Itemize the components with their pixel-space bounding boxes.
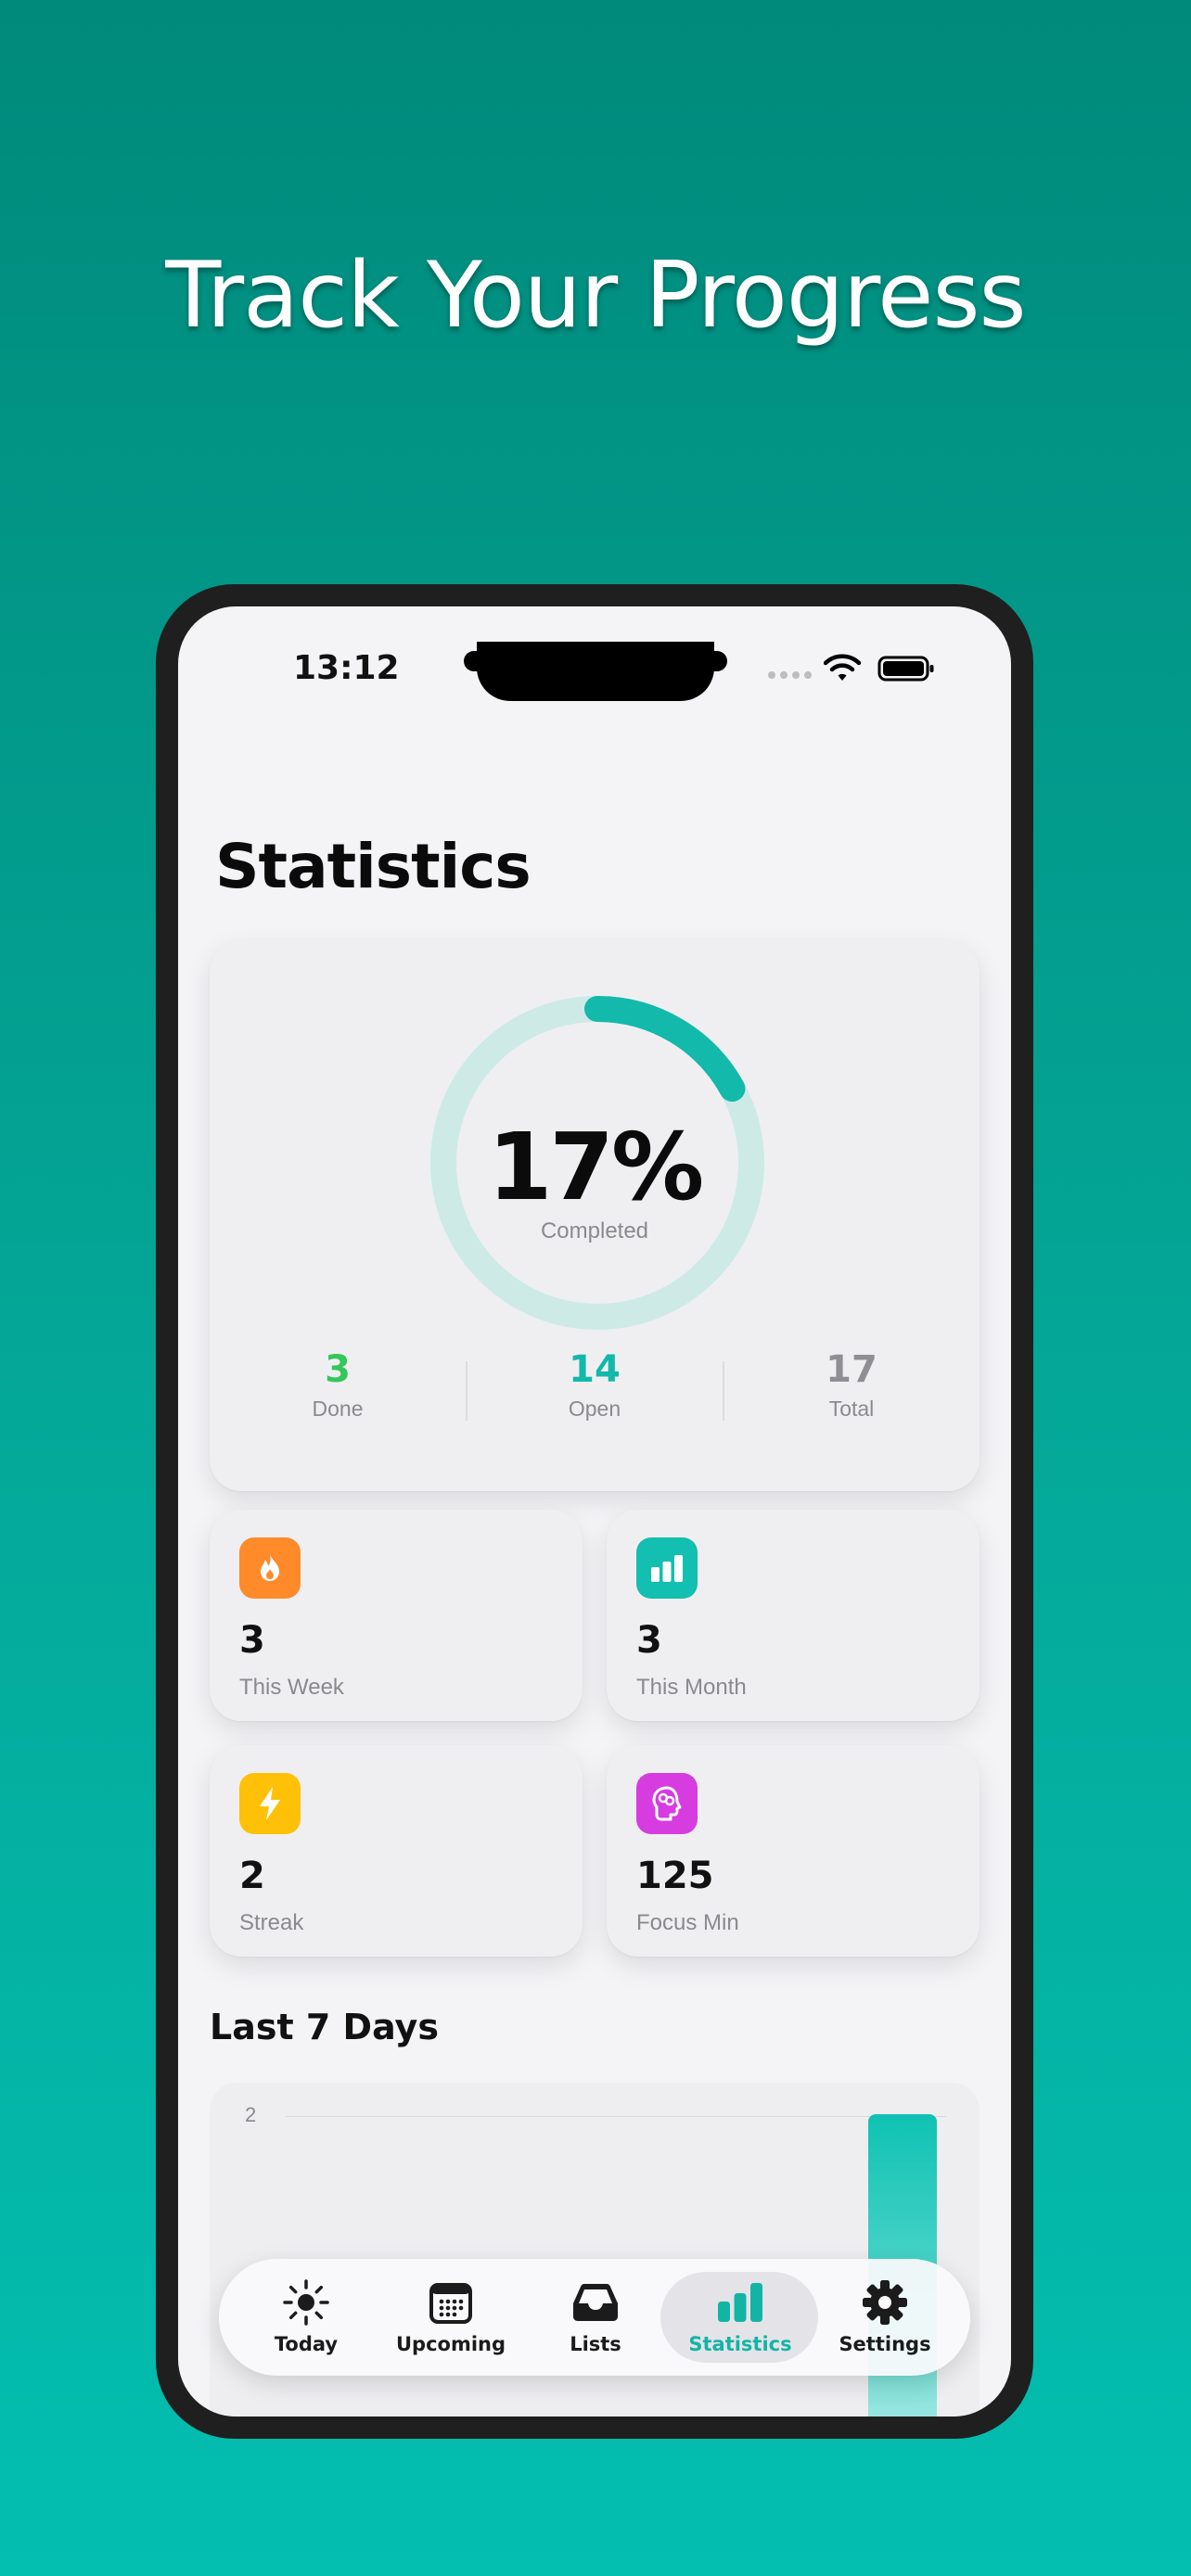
- focus-min-value: 125: [636, 1855, 714, 1897]
- tab-upcoming[interactable]: Upcoming: [377, 2277, 525, 2355]
- tab-bar: Today Upcoming Lists Statistics Settings: [219, 2259, 970, 2376]
- bolt-icon: [239, 1773, 301, 1834]
- streak-value: 2: [239, 1855, 265, 1897]
- flame-icon: [239, 1537, 301, 1599]
- cellular-signal-icon: [768, 671, 812, 679]
- stat-done-value: 3: [325, 1348, 351, 1391]
- page-title: Statistics: [215, 831, 531, 902]
- streak-label: Streak: [239, 1910, 304, 1935]
- completion-card: 17% Completed 3 Done 14 Open 17 Total: [210, 940, 980, 1491]
- chart-gridline: [286, 2116, 946, 2117]
- stat-done-label: Done: [312, 1396, 364, 1421]
- this-month-card[interactable]: 3 This Month: [607, 1510, 980, 1721]
- this-month-value: 3: [636, 1619, 662, 1662]
- tab-today[interactable]: Today: [232, 2277, 380, 2355]
- y-axis-tick: 2: [245, 2103, 257, 2126]
- tab-lists-label: Lists: [570, 2333, 621, 2355]
- battery-icon: [877, 656, 934, 682]
- wifi-icon: [824, 654, 861, 681]
- dynamic-island: [477, 642, 714, 701]
- phone-screen: 13:12 Statistics 17% Completed 3 Done 14…: [178, 606, 1011, 2417]
- brain-icon: [636, 1773, 698, 1834]
- stat-total-label: Total: [828, 1396, 875, 1421]
- streak-card[interactable]: 2 Streak: [210, 1745, 583, 1957]
- phone-frame: 13:12 Statistics 17% Completed 3 Done 14…: [156, 584, 1033, 2439]
- tab-statistics[interactable]: Statistics: [666, 2277, 814, 2355]
- this-week-card[interactable]: 3 This Week: [210, 1510, 583, 1721]
- tab-settings-label: Settings: [839, 2333, 931, 2355]
- focus-min-card[interactable]: 125 Focus Min: [607, 1745, 980, 1957]
- tab-today-label: Today: [274, 2333, 339, 2355]
- completion-caption: Completed: [540, 1218, 649, 1243]
- this-week-value: 3: [239, 1619, 265, 1662]
- this-week-label: This Week: [239, 1675, 344, 1700]
- focus-min-label: Focus Min: [636, 1910, 739, 1935]
- stat-open: 14 Open: [467, 1348, 723, 1422]
- stat-total-value: 17: [826, 1348, 877, 1391]
- bar-chart-icon: [718, 2283, 762, 2322]
- tab-settings[interactable]: Settings: [811, 2277, 959, 2355]
- section-title-last-7-days: Last 7 Days: [210, 2007, 439, 2047]
- tray-icon: [573, 2284, 618, 2321]
- completion-percent: 17%: [487, 1113, 704, 1221]
- gear-icon: [863, 2280, 907, 2325]
- sun-icon: [283, 2279, 329, 2326]
- stat-open-label: Open: [568, 1396, 621, 1421]
- stat-open-value: 14: [569, 1348, 621, 1391]
- marketing-headline: Track Your Progress: [165, 243, 1026, 349]
- bar-chart-icon: [636, 1537, 698, 1599]
- calendar-icon: [429, 2283, 472, 2324]
- tab-statistics-label: Statistics: [688, 2333, 792, 2355]
- this-month-label: This Month: [636, 1675, 747, 1700]
- stat-total: 17 Total: [724, 1348, 980, 1422]
- stat-done: 3 Done: [210, 1348, 466, 1422]
- tab-lists[interactable]: Lists: [521, 2277, 670, 2355]
- tab-upcoming-label: Upcoming: [395, 2333, 506, 2355]
- status-time: 13:12: [293, 649, 400, 687]
